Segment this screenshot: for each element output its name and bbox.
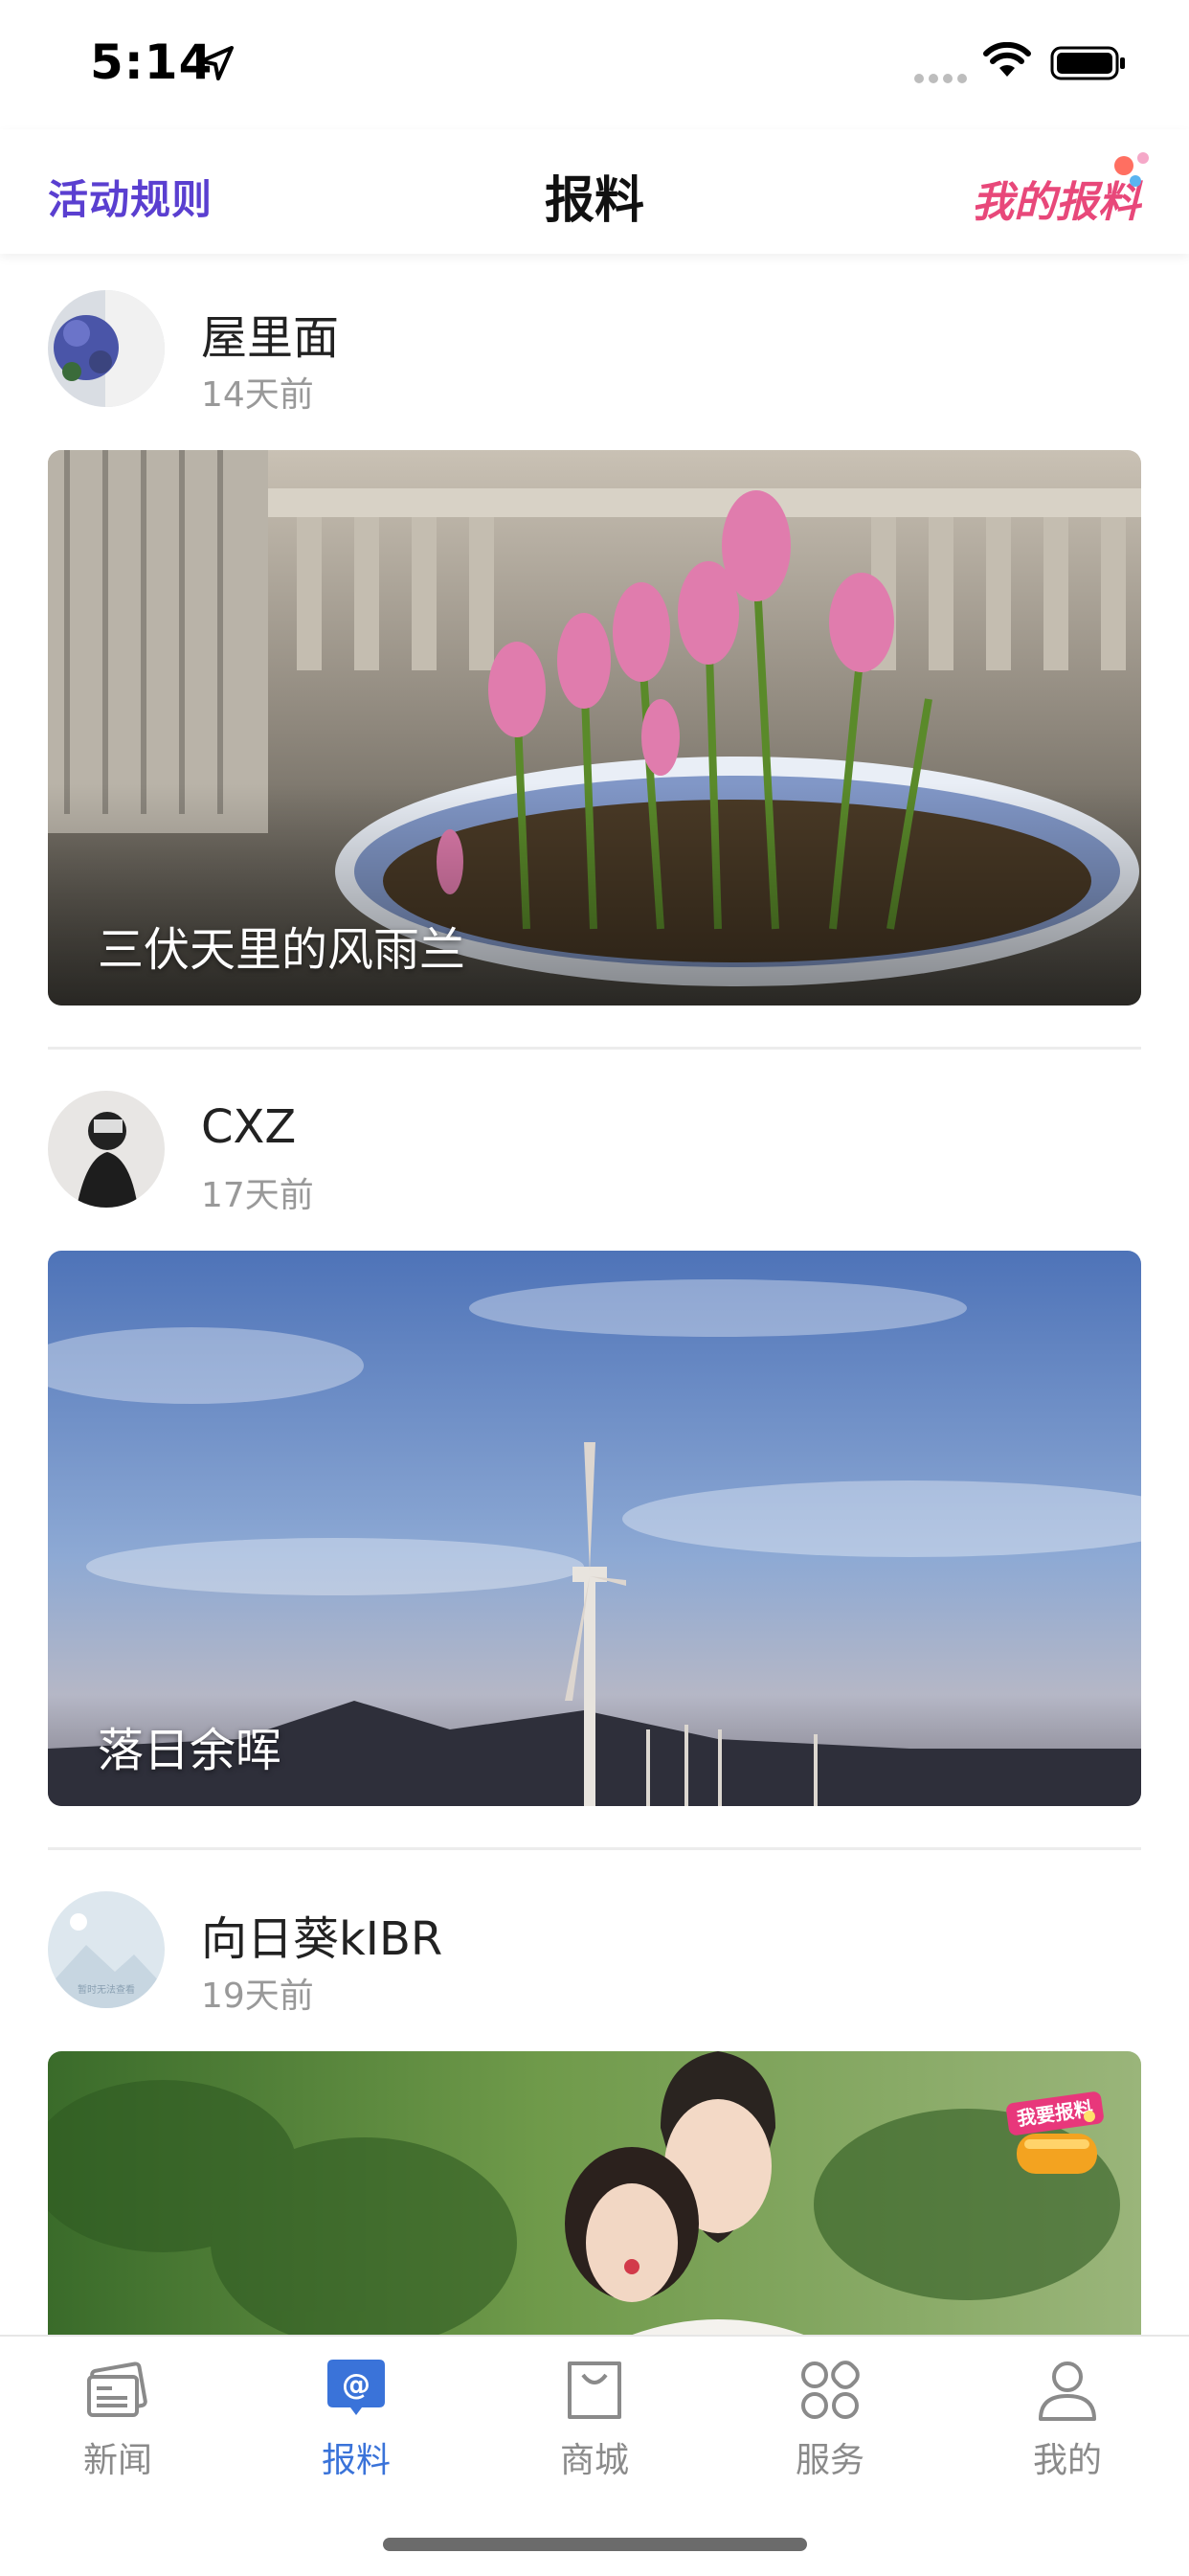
report-feed[interactable]: 屋里面 14天前 三伏天里的风雨兰 CXZ 17天前 落日余晖 暂时无法查看 向…	[0, 254, 1189, 2335]
post-username[interactable]: 屋里面	[201, 300, 339, 367]
tab-label: 我的	[1032, 2441, 1102, 2480]
tab-label: 新闻	[82, 2441, 152, 2480]
post-caption: 三伏天里的风雨兰	[98, 923, 466, 977]
tab-report[interactable]: @ 报料	[289, 2356, 423, 2482]
post-image[interactable]: 我要报料	[48, 2051, 1141, 2335]
newspaper-icon	[87, 2361, 147, 2417]
post-image[interactable]: 落日余晖	[48, 1251, 1141, 1806]
tab-news[interactable]: 新闻	[51, 2356, 185, 2482]
divider	[48, 1047, 1141, 1050]
post-time: 14天前	[201, 375, 314, 415]
person-icon	[1039, 2361, 1096, 2421]
tab-services[interactable]: 服务	[763, 2356, 897, 2482]
avatar[interactable]: 暂时无法查看	[48, 1891, 165, 2008]
battery-icon	[1050, 46, 1125, 80]
grid-services-icon	[801, 2361, 860, 2419]
status-time: 5:14	[90, 34, 213, 90]
post-username[interactable]: 向日葵kIBR	[201, 1901, 442, 1968]
nav-bar: 活动规则 报料 我的报料	[0, 129, 1189, 254]
avatar[interactable]	[48, 290, 165, 407]
shopping-bag-icon	[568, 2361, 621, 2419]
location-arrow-icon	[199, 46, 234, 80]
tab-label: 报料	[321, 2441, 391, 2480]
signal-dots-icon	[914, 69, 972, 87]
report-now-badge-icon[interactable]: 我要报料	[998, 2078, 1112, 2193]
avatar-placeholder-text: 暂时无法查看	[78, 1983, 135, 1996]
at-icon: @	[327, 2360, 385, 2415]
post-username[interactable]: CXZ	[201, 1100, 296, 1154]
decor-dots-icon	[1114, 152, 1149, 187]
post-caption: 落日余晖	[98, 1724, 282, 1777]
post-time: 17天前	[201, 1176, 314, 1215]
avatar[interactable]	[48, 1091, 165, 1208]
status-bar: 5:14	[0, 0, 1189, 129]
svg-text:@: @	[342, 2368, 370, 2402]
tab-mine[interactable]: 我的	[1000, 2356, 1134, 2482]
tab-mall[interactable]: 商城	[527, 2356, 662, 2482]
post-image[interactable]: 三伏天里的风雨兰	[48, 450, 1141, 1006]
post-time: 19天前	[201, 1977, 314, 2016]
tab-label: 服务	[795, 2441, 864, 2480]
tab-label: 商城	[559, 2441, 629, 2480]
wifi-icon	[983, 42, 1031, 77]
divider	[48, 1847, 1141, 1850]
home-indicator[interactable]	[383, 2538, 807, 2551]
